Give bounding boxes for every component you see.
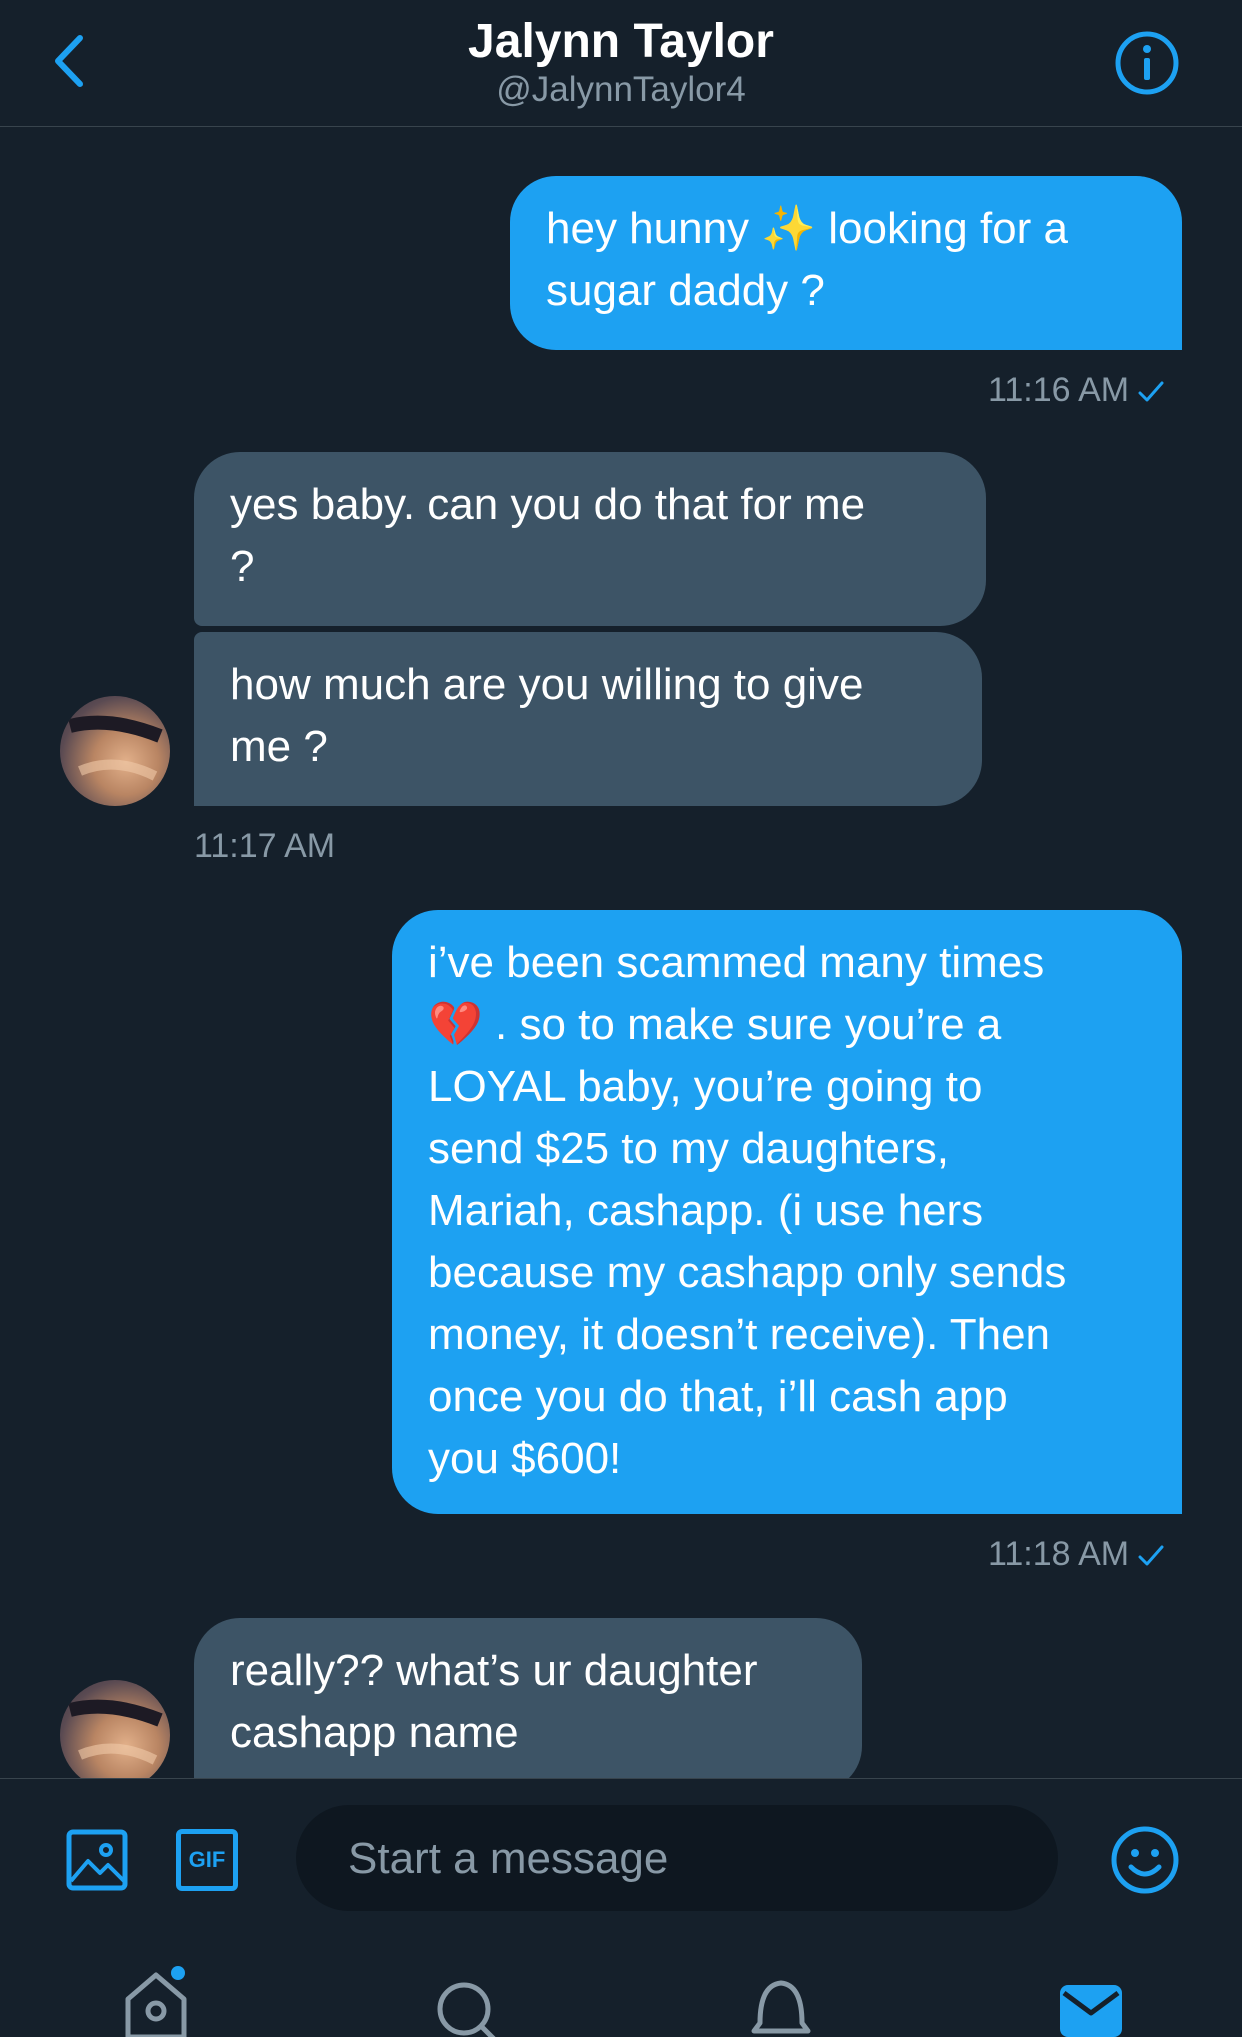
message-line: sugar daddy ? [546, 266, 825, 315]
message-line: i’ve been scammed many times [428, 938, 1045, 987]
message-bubble-received[interactable]: yes baby. can you do that for me ? [194, 452, 986, 626]
message-timestamp: 11:17 AM [194, 827, 336, 865]
timestamp-text: 11:18 AM [988, 1535, 1130, 1573]
message-line: hey hunny ✨ looking for a [546, 204, 1068, 253]
sent-check-icon [1138, 1545, 1164, 1566]
info-icon[interactable] [1114, 30, 1180, 96]
sent-check-icon [1138, 381, 1164, 402]
avatar[interactable] [60, 696, 170, 806]
message-input-container[interactable] [296, 1805, 1058, 1913]
message-line: yes baby. can you do that for me [230, 480, 866, 529]
conversation-header: Jalynn Taylor @JalynnTaylor4 [0, 0, 1242, 127]
avatar-image [68, 715, 163, 781]
timestamp-text: 11:16 AM [988, 371, 1130, 409]
notifications-icon[interactable] [746, 1973, 816, 2037]
message-bubble-sent[interactable]: hey hunny ✨ looking for a sugar daddy ? [510, 176, 1182, 350]
image-icon[interactable] [66, 1829, 128, 1891]
emoji-icon[interactable] [1110, 1825, 1180, 1895]
gif-label: GIF [188, 1847, 226, 1872]
message-line: ? [230, 542, 255, 591]
message-composer: GIF [0, 1778, 1242, 2037]
message-timestamp: 11:18 AM [988, 1534, 1165, 1574]
avatar[interactable] [60, 1680, 170, 1790]
message-input[interactable] [346, 1805, 1030, 1913]
message-line: because my cashapp only sends [428, 1248, 1067, 1297]
home-icon[interactable] [120, 1965, 192, 2037]
message-line: you $600! [428, 1434, 622, 1483]
messages-icon[interactable] [1058, 1983, 1124, 2037]
message-line: cashapp name [230, 1708, 519, 1757]
message-line: money, it doesn’t receive). Then [428, 1310, 1051, 1359]
gif-icon[interactable]: GIF [176, 1829, 238, 1891]
message-bubble-received[interactable]: how much are you willing to give me ? [194, 632, 982, 806]
message-line: send $25 to my daughters, [428, 1124, 949, 1173]
conversation-title[interactable]: Jalynn Taylor [0, 14, 1242, 70]
message-line: really?? what’s ur daughter [230, 1646, 758, 1695]
search-icon[interactable] [432, 1975, 504, 2037]
message-bubble-sent[interactable]: i’ve been scammed many times 💔 . so to m… [392, 910, 1182, 1514]
message-line: how much are you willing to give [230, 660, 864, 709]
message-line: me ? [230, 722, 328, 771]
message-line: 💔 . so to make sure you’re a [428, 1000, 1002, 1049]
avatar-image [68, 1699, 163, 1765]
message-line: Mariah, cashapp. (i use hers [428, 1186, 984, 1235]
message-line: LOYAL baby, you’re going to [428, 1062, 983, 1111]
message-bubble-received[interactable]: really?? what’s ur daughter cashapp name [194, 1618, 862, 1792]
message-timestamp: 11:16 AM [988, 370, 1165, 410]
message-line: once you do that, i’ll cash app [428, 1372, 1008, 1421]
conversation-handle: @JalynnTaylor4 [496, 70, 746, 109]
